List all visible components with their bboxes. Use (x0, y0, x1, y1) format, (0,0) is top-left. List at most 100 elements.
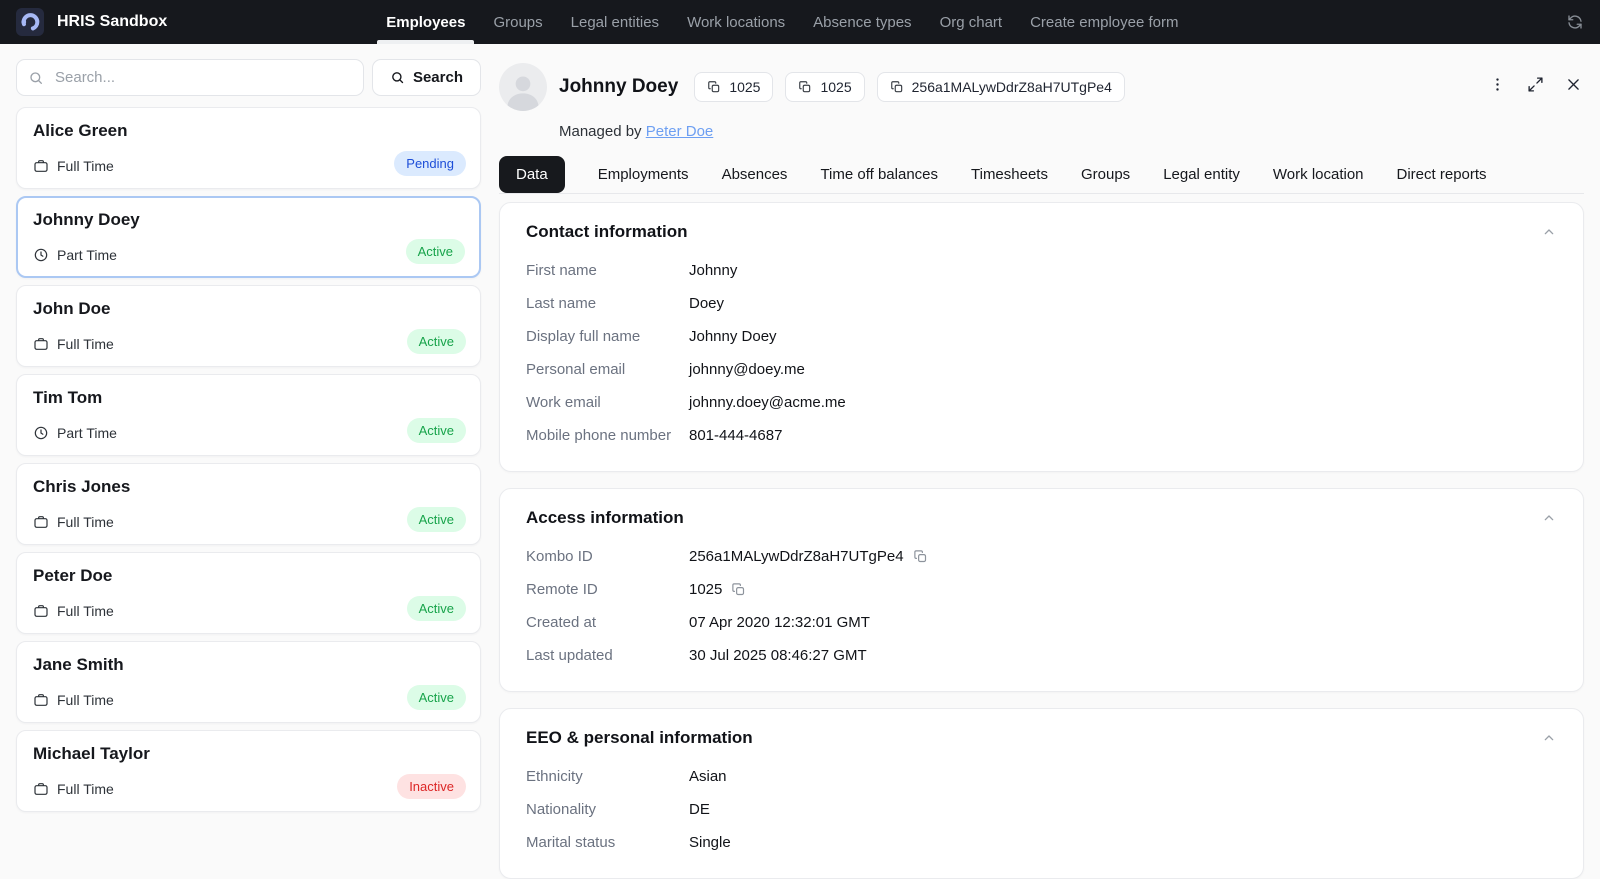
info-row: Kombo ID 256a1MALywDdrZ8aH7UTgPe4 (526, 540, 1557, 573)
field-value: 07 Apr 2020 12:32:01 GMT (689, 614, 870, 631)
employment-meta: Part Time (33, 247, 117, 263)
employee-card[interactable]: John Doe Full Time Active (16, 285, 481, 367)
employment-meta: Full Time (33, 781, 114, 797)
briefcase-icon (33, 692, 49, 708)
status-badge: Pending (394, 151, 466, 176)
tab-time-off-balances[interactable]: Time off balances (820, 156, 938, 193)
close-icon[interactable] (1565, 76, 1582, 93)
nav-item-org-chart[interactable]: Org chart (931, 0, 1012, 44)
employee-name: Johnny Doey (33, 210, 140, 229)
tab-legal-entity[interactable]: Legal entity (1163, 156, 1240, 193)
status-badge: Active (405, 239, 465, 264)
nav-item-create-employee-form[interactable]: Create employee form (1021, 0, 1187, 44)
info-row: First name Johnny (526, 254, 1557, 287)
search-icon (28, 70, 44, 86)
nav-item-employees[interactable]: Employees (377, 0, 475, 44)
id-chip[interactable]: 1025 (785, 72, 865, 102)
id-chip[interactable]: 1025 (694, 72, 774, 102)
nav-item-legal-entities[interactable]: Legal entities (562, 0, 668, 44)
employment-type: Full Time (57, 692, 114, 708)
employee-card[interactable]: Peter Doe Full Time Active (16, 552, 481, 634)
field-value: Asian (689, 768, 727, 785)
info-row: Last name Doey (526, 287, 1557, 320)
expand-icon[interactable] (1527, 76, 1544, 93)
employment-meta: Part Time (33, 425, 117, 441)
refresh-icon[interactable] (1566, 13, 1584, 31)
chevron-up-icon[interactable] (1541, 730, 1557, 746)
tab-data[interactable]: Data (499, 156, 565, 193)
field-label: Mobile phone number (526, 427, 672, 444)
managed-by-prefix: Managed by (559, 123, 642, 140)
briefcase-icon (33, 603, 49, 619)
field-value-text: 1025 (689, 581, 723, 598)
search-button[interactable]: Search (371, 59, 481, 96)
briefcase-icon (33, 514, 49, 530)
section-title: EEO & personal information (526, 728, 753, 747)
employee-card[interactable]: Chris Jones Full Time Active (16, 463, 481, 545)
nav-item-groups[interactable]: Groups (484, 0, 551, 44)
field-label: Work email (526, 394, 601, 411)
status-badge: Inactive (397, 774, 466, 799)
info-row: Marital status Single (526, 826, 1557, 859)
field-label: Ethnicity (526, 768, 583, 785)
avatar (499, 63, 547, 111)
info-row: Work email johnny.doey@acme.me (526, 386, 1557, 419)
tab-direct-reports[interactable]: Direct reports (1397, 156, 1487, 193)
employee-name: Peter Doe (33, 566, 113, 585)
tab-groups[interactable]: Groups (1081, 156, 1130, 193)
employment-type: Part Time (57, 247, 117, 263)
copy-icon (798, 80, 812, 94)
employment-type: Part Time (57, 425, 117, 441)
briefcase-icon (33, 781, 49, 797)
nav-item-work-locations[interactable]: Work locations (678, 0, 794, 44)
search-icon (390, 70, 405, 85)
field-label: Last updated (526, 647, 613, 664)
tab-employments[interactable]: Employments (598, 156, 689, 193)
section-title: Contact information (526, 222, 688, 241)
copy-icon[interactable] (913, 549, 928, 564)
field-label: Personal email (526, 361, 626, 378)
briefcase-icon (33, 158, 49, 174)
search-row: Search (16, 59, 481, 96)
info-row: Ethnicity Asian (526, 760, 1557, 793)
field-value-text: 256a1MALywDdrZ8aH7UTgPe4 (689, 548, 904, 565)
status-badge: Active (406, 685, 466, 710)
employment-meta: Full Time (33, 514, 114, 530)
kebab-menu-icon[interactable] (1489, 76, 1506, 93)
section-access-information: Access information Kombo ID 256a1MALywDd… (499, 488, 1584, 692)
search-button-label: Search (412, 69, 463, 86)
employment-meta: Full Time (33, 158, 114, 174)
tab-absences[interactable]: Absences (722, 156, 788, 193)
field-value: johnny.doey@acme.me (689, 394, 846, 411)
search-input[interactable] (16, 59, 364, 96)
detail-header: Johnny Doey 1025 1025 256a1MALywDdrZ8aH7… (499, 63, 1584, 111)
info-row: Nationality DE (526, 793, 1557, 826)
info-row: Mobile phone number 801-444-4687 (526, 419, 1557, 452)
field-value: Johnny Doey (689, 328, 777, 345)
id-chip-label: 256a1MALywDdrZ8aH7UTgPe4 (911, 79, 1112, 95)
id-chip[interactable]: 256a1MALywDdrZ8aH7UTgPe4 (876, 72, 1125, 102)
employee-card[interactable]: Jane Smith Full Time Active (16, 641, 481, 723)
status-badge: Active (406, 596, 466, 621)
detail-content: Contact information First name Johnny La… (499, 202, 1584, 879)
employee-name: John Doe (33, 299, 111, 318)
employee-card[interactable]: Michael Taylor Full Time Inactive (16, 730, 481, 812)
tab-timesheets[interactable]: Timesheets (971, 156, 1048, 193)
employee-card[interactable]: Alice Green Full Time Pending (16, 107, 481, 189)
field-value: 1025 (689, 580, 746, 599)
section-contact-information: Contact information First name Johnny La… (499, 202, 1584, 472)
manager-link[interactable]: Peter Doe (646, 123, 714, 140)
employee-card[interactable]: Tim Tom Part Time Active (16, 374, 481, 456)
status-badge: Active (406, 507, 466, 532)
nav-item-absence-types[interactable]: Absence types (804, 0, 920, 44)
chevron-up-icon[interactable] (1541, 510, 1557, 526)
tab-work-location[interactable]: Work location (1273, 156, 1364, 193)
employee-name: Chris Jones (33, 477, 131, 496)
info-row: Display full name Johnny Doey (526, 320, 1557, 353)
copy-icon[interactable] (731, 582, 746, 597)
employee-card[interactable]: Johnny Doey Part Time Active (16, 196, 481, 278)
info-row: Remote ID 1025 (526, 573, 1557, 606)
employment-type: Full Time (57, 336, 114, 352)
chevron-up-icon[interactable] (1541, 224, 1557, 240)
employee-name: Jane Smith (33, 655, 124, 674)
